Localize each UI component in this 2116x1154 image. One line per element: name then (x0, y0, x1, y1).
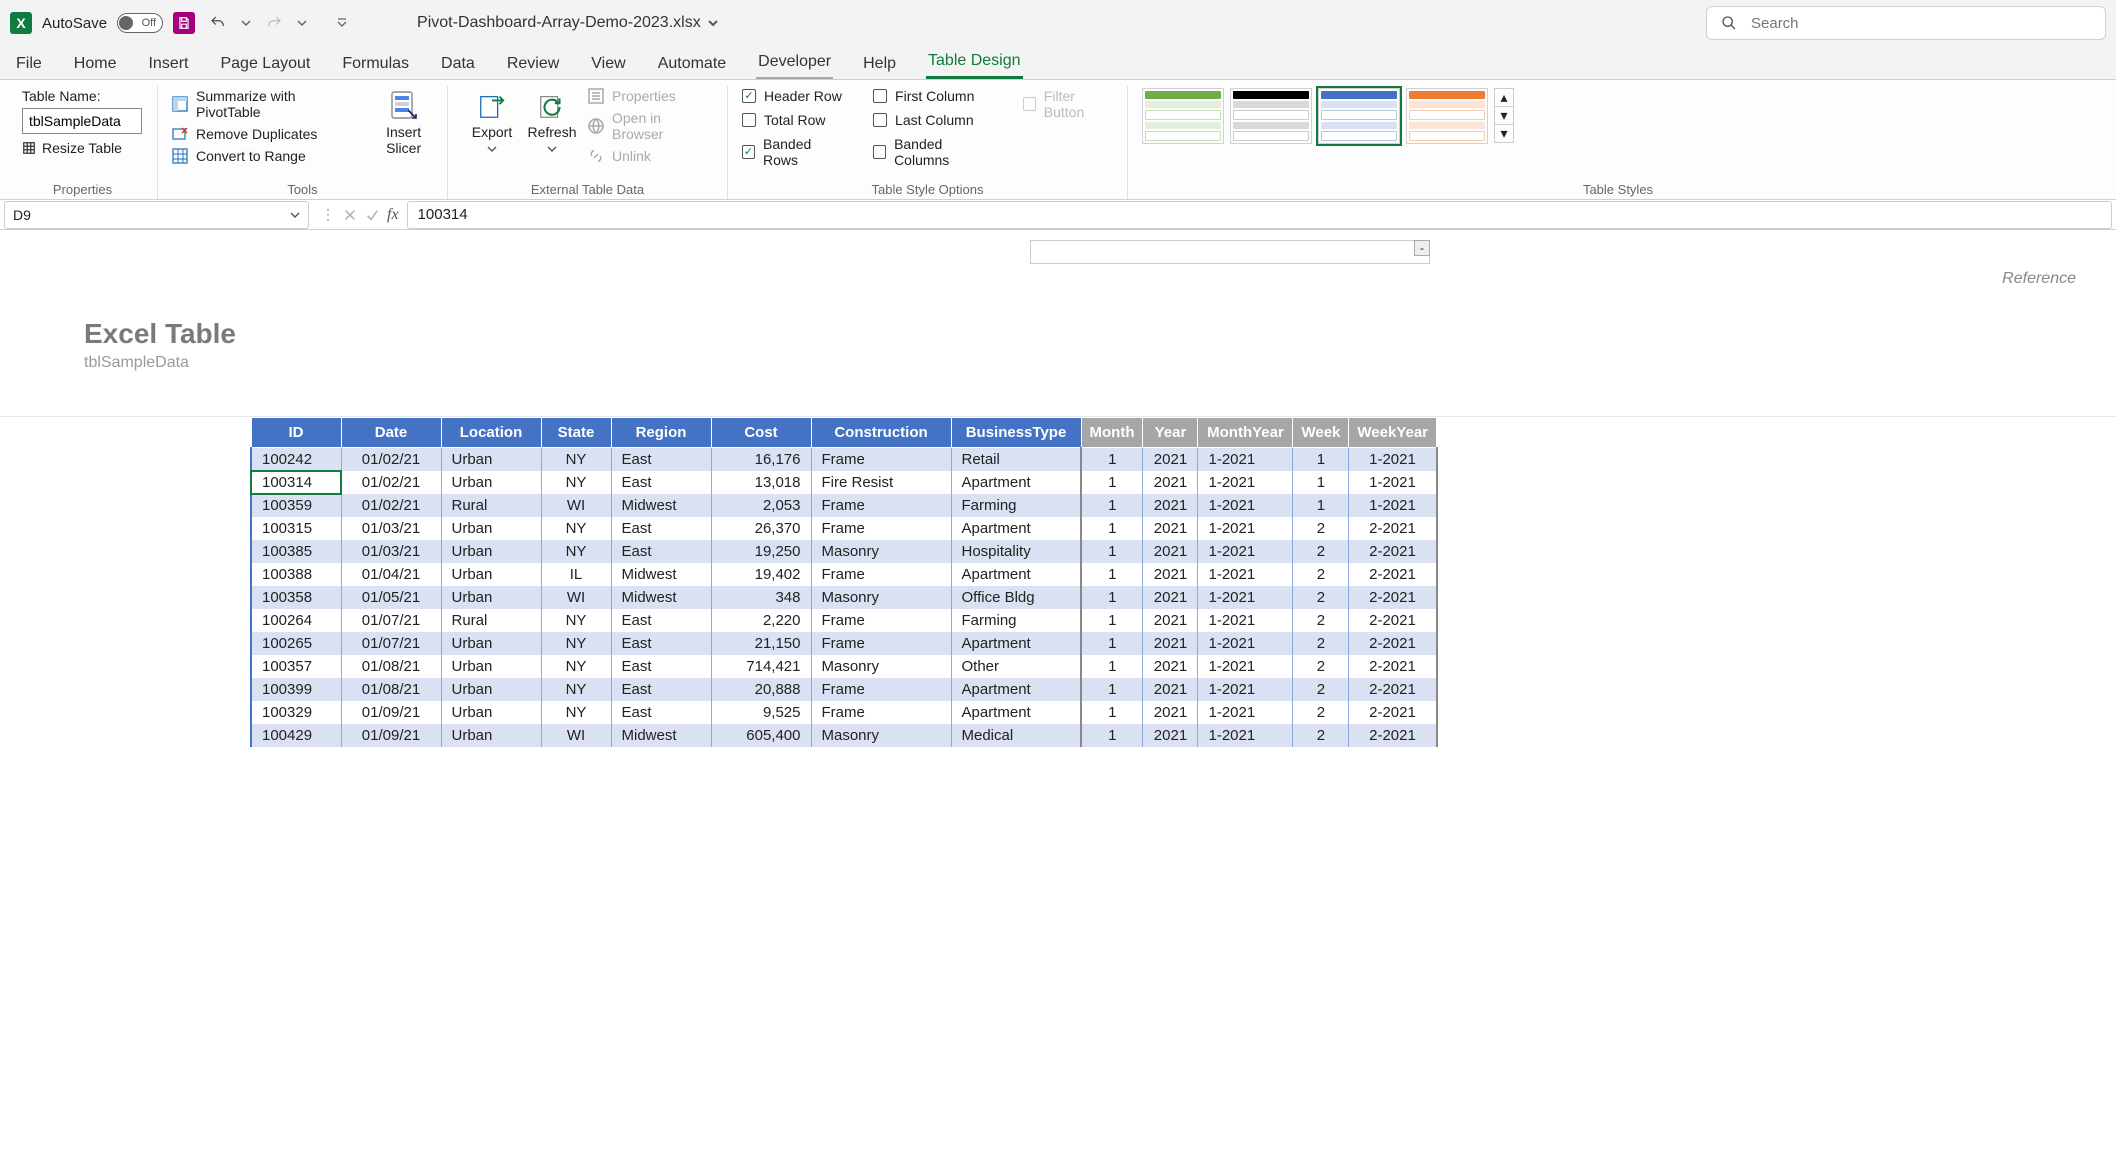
title-bar: X AutoSave Off Pivot-Dashboard-Array-Dem… (0, 0, 2116, 46)
chevron-down-icon (547, 145, 557, 153)
chk-banded-cols[interactable]: Banded Columns (873, 136, 993, 168)
table-row[interactable]: 10039901/08/21UrbanNYEast20,888FrameApar… (251, 678, 1437, 701)
convert-range-button[interactable]: Convert to Range (172, 148, 360, 164)
fx-icon[interactable]: fx (387, 206, 399, 224)
formula-bar: D9 ⋮ fx 100314 (0, 200, 2116, 230)
style-green[interactable] (1142, 88, 1224, 144)
tab-review[interactable]: Review (505, 51, 561, 79)
autosave-label: AutoSave (42, 15, 107, 32)
summarize-pivot-button[interactable]: Summarize with PivotTable (172, 88, 360, 120)
filename[interactable]: Pivot-Dashboard-Array-Demo-2023.xlsx (417, 14, 719, 32)
table-row[interactable]: 10035701/08/21UrbanNYEast714,421MasonryO… (251, 655, 1437, 678)
undo-button[interactable] (205, 12, 231, 34)
minimize-icon[interactable]: - (1414, 240, 1430, 256)
style-blue-selected[interactable] (1318, 88, 1400, 144)
table-header-row: ID Date Location State Region Cost Const… (251, 418, 1437, 448)
resize-table-button[interactable]: Resize Table (22, 140, 143, 156)
chevron-down-icon[interactable] (290, 207, 300, 223)
excel-logo-icon: X (10, 12, 32, 34)
tab-developer[interactable]: Developer (756, 49, 833, 79)
group-table-styles: ▴ ▾ ▾ Table Styles (1128, 86, 2108, 199)
table-row[interactable]: 10031401/02/21UrbanNYEast13,018Fire Resi… (251, 471, 1437, 494)
tab-view[interactable]: View (589, 51, 627, 79)
undo-dropdown[interactable] (241, 15, 251, 31)
enter-icon[interactable] (365, 208, 379, 222)
tab-page-layout[interactable]: Page Layout (218, 51, 312, 79)
style-orange[interactable] (1406, 88, 1488, 144)
table-name-label: Table Name: (22, 88, 143, 104)
redo-button[interactable] (261, 12, 287, 34)
chk-total-row[interactable]: Total Row (742, 112, 843, 128)
style-black[interactable] (1230, 88, 1312, 144)
styles-up[interactable]: ▴ (1495, 89, 1513, 107)
group-external: Export Refresh Properties Open in Browse… (448, 86, 728, 199)
open-browser: Open in Browser (588, 110, 713, 142)
tab-data[interactable]: Data (439, 51, 477, 79)
chevron-down-icon (707, 17, 719, 29)
group-tools: Summarize with PivotTable Remove Duplica… (158, 86, 448, 199)
chk-banded-rows[interactable]: Banded Rows (742, 136, 843, 168)
table-row[interactable]: 10026501/07/21UrbanNYEast21,150FrameApar… (251, 632, 1437, 655)
more-icon[interactable]: ⋮ (321, 206, 335, 223)
formula-input[interactable]: 100314 (407, 201, 2112, 229)
chevron-down-icon (487, 145, 497, 153)
name-box[interactable]: D9 (4, 201, 309, 229)
table-row[interactable]: 10035801/05/21UrbanWIMidwest348MasonryOf… (251, 586, 1437, 609)
chk-first-col[interactable]: First Column (873, 88, 993, 104)
floating-pane[interactable]: - (1030, 240, 1430, 264)
group-properties: Table Name: Resize Table Properties (8, 86, 158, 199)
search-icon (1721, 15, 1737, 31)
reference-label: Reference (0, 264, 2116, 288)
table-row[interactable]: 10035901/02/21RuralWIMidwest2,053FrameFa… (251, 494, 1437, 517)
chk-last-col[interactable]: Last Column (873, 112, 993, 128)
styles-more[interactable]: ▾ (1495, 125, 1513, 142)
tab-help[interactable]: Help (861, 51, 898, 79)
tab-formulas[interactable]: Formulas (340, 51, 411, 79)
ext-properties: Properties (588, 88, 713, 104)
tab-insert[interactable]: Insert (146, 51, 190, 79)
table-row[interactable]: 10024201/02/21UrbanNYEast16,176FrameReta… (251, 448, 1437, 472)
table-name-input[interactable] (22, 108, 142, 134)
table-row[interactable]: 10032901/09/21UrbanNYEast9,525FrameApart… (251, 701, 1437, 724)
group-style-options: Header Row Total Row Banded Rows First C… (728, 86, 1128, 199)
table-row[interactable]: 10038501/03/21UrbanNYEast19,250MasonryHo… (251, 540, 1437, 563)
ribbon: Table Name: Resize Table Properties Summ… (0, 80, 2116, 200)
autosave-toggle[interactable]: Off (117, 13, 163, 33)
search-input[interactable] (1749, 14, 2091, 33)
redo-dropdown[interactable] (297, 15, 307, 31)
table-row[interactable]: 10031501/03/21UrbanNYEast26,370FrameApar… (251, 517, 1437, 540)
save-button[interactable] (173, 12, 195, 34)
chk-filter-button: Filter Button (1023, 88, 1113, 120)
worksheet[interactable]: - Reference Excel Table tblSampleData ID… (0, 240, 2116, 747)
cancel-icon[interactable] (343, 208, 357, 222)
qat-customize[interactable] (337, 15, 347, 31)
table-row[interactable]: 10026401/07/21RuralNYEast2,220FrameFarmi… (251, 609, 1437, 632)
tab-home[interactable]: Home (72, 51, 119, 79)
search-box[interactable] (1706, 6, 2106, 40)
data-table[interactable]: ID Date Location State Region Cost Const… (250, 417, 1438, 747)
tab-automate[interactable]: Automate (656, 51, 728, 79)
tab-table-design[interactable]: Table Design (926, 48, 1023, 79)
tab-file[interactable]: File (14, 51, 44, 79)
table-row[interactable]: 10042901/09/21UrbanWIMidwest605,400Mason… (251, 724, 1437, 747)
page-subtitle: tblSampleData (84, 354, 2116, 372)
chk-header-row[interactable]: Header Row (742, 88, 843, 104)
styles-down[interactable]: ▾ (1495, 107, 1513, 125)
unlink: Unlink (588, 148, 713, 164)
ribbon-tabs: File Home Insert Page Layout Formulas Da… (0, 46, 2116, 80)
page-title: Excel Table (84, 318, 2116, 350)
remove-duplicates-button[interactable]: Remove Duplicates (172, 126, 360, 142)
table-row[interactable]: 10038801/04/21UrbanILMidwest19,402FrameA… (251, 563, 1437, 586)
